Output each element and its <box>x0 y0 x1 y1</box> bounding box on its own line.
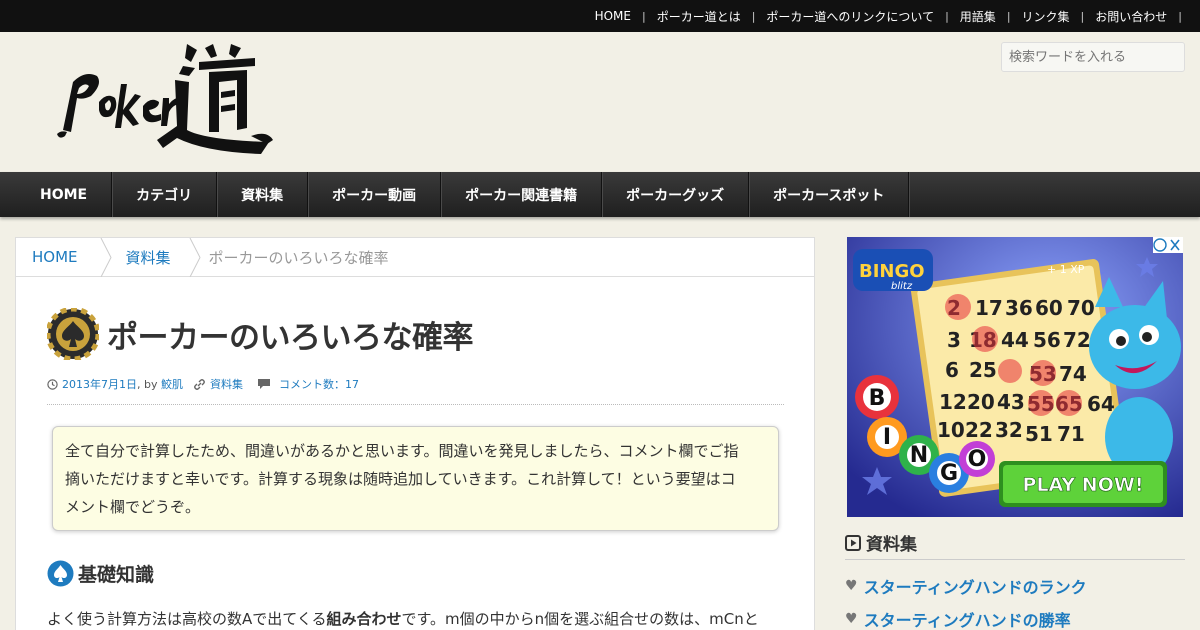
bingo-number: 56 <box>1033 328 1061 352</box>
notice-line: メント欄でどうぞ。 <box>65 498 201 516</box>
bingo-number: 72 <box>1063 328 1091 352</box>
bingo-number: 43 <box>997 390 1025 414</box>
bingo-ad-image[interactable]: 2 17 36 60 70 3 18 44 56 72 6 25 53 74 1… <box>847 237 1183 517</box>
top-nav-link[interactable]: お問い合わせ <box>1084 8 1178 25</box>
spade-badge-icon <box>47 560 74 587</box>
main-nav-item-goods[interactable]: ポーカーグッズ <box>602 172 750 217</box>
main-nav-item-materials[interactable]: 資料集 <box>217 172 309 217</box>
poker-chip-spade-icon <box>47 308 99 360</box>
bingo-number: 22 <box>965 418 993 442</box>
bingo-number: 44 <box>1001 328 1029 352</box>
bingo-number: 6 <box>945 358 959 382</box>
ad-play-now-label: PLAY NOW! <box>1023 474 1144 496</box>
bingo-number: 32 <box>995 418 1023 442</box>
top-nav-item-about[interactable]: ポーカー道とは | <box>646 8 756 25</box>
search-input[interactable] <box>1001 42 1185 72</box>
article-card: HOME 資料集 ポーカーのいろいろな確率 ポーカーのいろいろな確率 2013年… <box>15 237 815 630</box>
link-icon <box>193 378 206 391</box>
article-by: , by <box>137 377 158 391</box>
notice-line: 摘いただけますと幸いです。計算する現象は随時追加していきます。これ計算して！とい… <box>65 470 736 488</box>
site-logo[interactable] <box>55 40 275 160</box>
heart-icon: ♥ <box>845 578 858 594</box>
sidebar-heading: 資料集 <box>845 526 1185 560</box>
ad-logo-subtext: blitz <box>891 281 913 292</box>
article-header: ポーカーのいろいろな確率 <box>47 308 474 360</box>
bingo-number: 64 <box>1087 392 1115 416</box>
bingo-number: 3 <box>947 328 961 352</box>
article-meta: 2013年7月1日 , by 鮫肌 資料集 コメント数：17 <box>47 376 359 392</box>
section-heading: 基礎知識 <box>47 560 154 587</box>
main-nav-item-spots[interactable]: ポーカースポット <box>749 172 910 217</box>
bingo-number: 25 <box>969 358 997 382</box>
site-header <box>0 32 1200 172</box>
article-paragraph: よく使う計算方法は高校の数Aで出てくる組み合わせです。m個の中からn個を選ぶ組合… <box>47 608 792 629</box>
bingo-number: 51 <box>1025 422 1053 446</box>
breadcrumb-category-label[interactable]: 資料集 <box>126 247 171 268</box>
bingo-ball-letter: G <box>940 461 958 486</box>
clock-icon <box>47 378 58 390</box>
top-nav-item-linking[interactable]: ポーカー道へのリンクについて | <box>755 8 948 25</box>
top-nav: HOME | ポーカー道とは | ポーカー道へのリンクについて | 用語集 | リンク集… <box>584 0 1182 32</box>
bingo-number: 17 <box>975 296 1003 320</box>
section-heading-text: 基礎知識 <box>78 564 155 586</box>
sidebar-link-starting-hand-rank[interactable]: ♥ スターティングハンドのランク <box>845 574 1087 598</box>
top-bar: HOME | ポーカー道とは | ポーカー道へのリンクについて | 用語集 | リンク集… <box>0 0 1200 32</box>
breadcrumb-home[interactable]: HOME <box>16 237 112 277</box>
main-nav-item-home[interactable]: HOME <box>16 172 113 217</box>
paragraph-text: よく使う計算方法は高校の数Aで出てくる <box>47 610 327 628</box>
main-nav-item-category[interactable]: カテゴリ <box>112 172 218 217</box>
bingo-number: 12 <box>939 390 967 414</box>
main-nav-item-books[interactable]: ポーカー関連書籍 <box>441 172 603 217</box>
bingo-number: 36 <box>1005 296 1033 320</box>
bingo-ball-letter: N <box>910 443 928 468</box>
article-title: ポーカーのいろいろな確率 <box>107 319 474 356</box>
advertisement[interactable]: 2 17 36 60 70 3 18 44 56 72 6 25 53 74 1… <box>847 237 1183 517</box>
bingo-number: 10 <box>937 418 965 442</box>
top-nav-item-contact[interactable]: お問い合わせ | <box>1084 8 1182 25</box>
bingo-ball-letter: I <box>883 425 891 450</box>
article-author[interactable]: 鮫肌 <box>161 376 183 392</box>
ad-xp-text: + 1 XP <box>1047 263 1085 276</box>
bingo-number: 60 <box>1035 296 1063 320</box>
notice-line: 全て自分で計算したため、間違いがあるかと思います。間違いを発見しましたら、コメン… <box>65 442 739 460</box>
bingo-number: 74 <box>1059 362 1087 386</box>
notice-box: 全て自分で計算したため、間違いがあるかと思います。間違いを発見しましたら、コメン… <box>52 426 779 531</box>
breadcrumb: HOME 資料集 ポーカーのいろいろな確率 <box>16 237 814 277</box>
bingo-number: 71 <box>1057 422 1085 446</box>
breadcrumb-category[interactable]: 資料集 <box>104 237 201 277</box>
paragraph-bold-text: 組み合わせ <box>326 610 402 628</box>
sidebar-link-label[interactable]: スターティングハンドの勝率 <box>864 607 1071 630</box>
divider: | <box>1178 9 1182 23</box>
breadcrumb-current: ポーカーのいろいろな確率 <box>193 238 405 277</box>
divider <box>47 404 784 405</box>
bingo-ball-letter: B <box>869 386 886 411</box>
sidebar-heading-text: 資料集 <box>866 535 917 555</box>
breadcrumb-current-label: ポーカーのいろいろな確率 <box>208 248 389 267</box>
sidebar-link-starting-hand-winrate[interactable]: ♥ スターティングハンドの勝率 <box>845 607 1071 630</box>
article-comment-count[interactable]: コメント数：17 <box>279 376 359 392</box>
top-nav-item-glossary[interactable]: 用語集 | <box>949 8 1011 25</box>
top-nav-item-links[interactable]: リンク集 | <box>1011 8 1085 25</box>
bingo-number: 70 <box>1067 296 1095 320</box>
bingo-number: 20 <box>967 390 995 414</box>
top-nav-link[interactable]: リンク集 <box>1011 8 1081 25</box>
top-nav-link[interactable]: HOME <box>584 9 642 23</box>
top-nav-link[interactable]: ポーカー道とは <box>646 8 752 25</box>
breadcrumb-home-label[interactable]: HOME <box>32 248 78 266</box>
top-nav-link[interactable]: ポーカー道へのリンクについて <box>755 8 945 25</box>
sidebar-link-label[interactable]: スターティングハンドのランク <box>864 574 1087 598</box>
heart-icon: ♥ <box>845 611 858 627</box>
article-date[interactable]: 2013年7月1日 <box>62 376 137 392</box>
article-category[interactable]: 資料集 <box>210 376 243 392</box>
bingo-ball-letter: O <box>968 447 987 472</box>
main-nav-item-videos[interactable]: ポーカー動画 <box>308 172 442 217</box>
ad-logo-text: BINGO <box>859 261 925 282</box>
comment-icon <box>257 378 271 390</box>
play-square-icon <box>845 534 861 551</box>
main-nav: HOME カテゴリ 資料集 ポーカー動画 ポーカー関連書籍 ポーカーグッズ ポー… <box>0 172 1200 217</box>
top-nav-item-home[interactable]: HOME | <box>584 9 646 23</box>
paragraph-text: です。m個の中からn個を選ぶ組合せの数は、mCnと <box>401 610 759 628</box>
top-nav-link[interactable]: 用語集 <box>949 8 1007 25</box>
